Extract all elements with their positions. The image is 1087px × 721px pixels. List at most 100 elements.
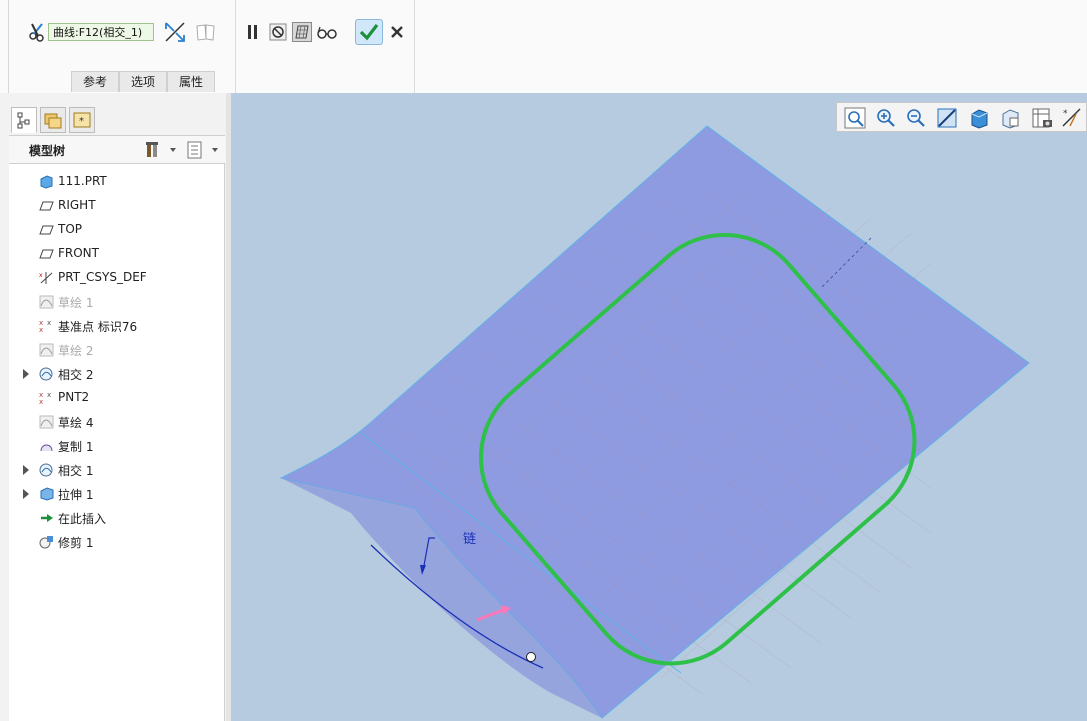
tree-item-label: 基准点 标识76 xyxy=(58,320,138,334)
tree-item[interactable]: 修剪 1 xyxy=(9,530,223,554)
tree-item-label: 相交 2 xyxy=(58,368,94,382)
tree-item[interactable]: 相交 1 xyxy=(9,458,223,482)
part-icon xyxy=(39,175,54,189)
model-tree: 111.PRT RIGHT TOP FRONT x PRT_CSYS_DEF 草绘 1xxx… xyxy=(9,164,225,721)
tab-options[interactable]: 选项 xyxy=(119,71,167,92)
datum-plane-icon xyxy=(39,247,54,261)
csys-icon: x xyxy=(39,271,54,285)
trim-feature-icon xyxy=(39,535,54,549)
tree-item-label: 草绘 2 xyxy=(58,344,94,358)
copy-icon xyxy=(39,439,54,453)
tree-item-label: 拉伸 1 xyxy=(58,488,94,502)
datum-display-icon[interactable]: * xyxy=(1060,106,1084,130)
dashboard-divider xyxy=(235,0,236,93)
tree-item-label: 复制 1 xyxy=(58,440,94,454)
tree-item-label: 草绘 1 xyxy=(58,296,94,310)
tree-item-label: 在此插入 xyxy=(58,512,107,526)
tab-properties[interactable]: 属性 xyxy=(167,71,215,92)
trimmed-surface xyxy=(279,125,1030,719)
tree-item[interactable]: 复制 1 xyxy=(9,434,223,458)
tree-item-label: PRT_CSYS_DEF xyxy=(58,270,147,284)
chevron-down-icon[interactable] xyxy=(170,148,176,152)
datum-plane-icon xyxy=(39,223,54,237)
show-options-icon[interactable] xyxy=(186,140,204,160)
geometry-preview-icon[interactable] xyxy=(292,22,312,42)
expand-arrow-icon[interactable] xyxy=(23,369,29,379)
model-canvas[interactable] xyxy=(231,93,1087,721)
pause-icon[interactable] xyxy=(246,24,260,40)
tree-item[interactable]: 在此插入 xyxy=(9,506,223,530)
svg-text:x: x xyxy=(39,272,43,279)
tree-item[interactable]: 相交 2 xyxy=(9,362,223,386)
model-tree-tab[interactable] xyxy=(11,107,37,133)
tree-icon xyxy=(17,112,30,129)
dashboard-divider xyxy=(8,0,9,93)
tree-item[interactable]: 111.PRT xyxy=(9,170,223,194)
tree-item[interactable]: 草绘 4 xyxy=(9,410,223,434)
tree-item-label: RIGHT xyxy=(58,198,96,212)
trim-object-collector[interactable]: 曲线:F12(相交_1) xyxy=(48,23,154,41)
tree-item-label: 相交 1 xyxy=(58,464,94,478)
navigator-tabs: * xyxy=(9,93,226,136)
zoom-out-icon[interactable] xyxy=(904,106,928,130)
svg-text:x: x xyxy=(47,319,51,327)
svg-text:x: x xyxy=(39,398,43,405)
display-style-icon[interactable] xyxy=(967,106,991,130)
chain-label: 链 xyxy=(463,532,477,547)
tree-item[interactable]: FRONT xyxy=(9,242,223,266)
svg-text:x: x xyxy=(39,326,43,333)
tree-item-label: 草绘 4 xyxy=(58,416,94,430)
model-tree-title: 模型树 xyxy=(29,144,66,158)
datum-point-icon: xxx xyxy=(39,319,54,334)
datum-point-icon: xxx xyxy=(39,391,54,406)
tree-item[interactable]: TOP xyxy=(9,218,223,242)
graphics-window[interactable] xyxy=(231,93,1087,721)
insert-here-icon xyxy=(39,511,54,525)
tree-item[interactable]: x x x PNT2 xyxy=(9,386,223,410)
tree-item[interactable]: x PRT_CSYS_DEF xyxy=(9,266,223,290)
zoom-in-icon[interactable] xyxy=(874,106,898,130)
tab-references[interactable]: 参考 xyxy=(71,71,119,92)
view-manager-icon[interactable] xyxy=(1030,106,1054,130)
tree-item-label: TOP xyxy=(58,222,83,236)
expand-arrow-icon[interactable] xyxy=(23,489,29,499)
tree-item[interactable]: 拉伸 1 xyxy=(9,482,223,506)
expand-arrow-icon[interactable] xyxy=(23,465,29,475)
no-preview-icon[interactable] xyxy=(269,23,287,41)
chevron-down-icon[interactable] xyxy=(212,148,218,152)
favorites-icon: * xyxy=(73,112,91,128)
tree-item-label: PNT2 xyxy=(58,390,90,404)
model-tree-header: 模型树 xyxy=(9,135,225,164)
repaint-icon[interactable] xyxy=(935,106,959,130)
scissors-icon[interactable] xyxy=(28,22,48,42)
tree-settings-icon[interactable] xyxy=(144,140,164,160)
tree-item-label: 修剪 1 xyxy=(58,536,94,550)
book-icon[interactable] xyxy=(195,21,217,43)
flip-direction-icon[interactable] xyxy=(163,20,187,44)
svg-text:*: * xyxy=(1063,109,1068,119)
intersect-icon xyxy=(39,463,54,477)
close-icon xyxy=(391,26,403,38)
folder-browser-tab[interactable] xyxy=(40,107,66,133)
check-icon xyxy=(359,24,379,41)
cancel-button[interactable] xyxy=(388,23,406,41)
chain-endpoint-handle[interactable] xyxy=(526,652,536,662)
tree-item[interactable]: RIGHT xyxy=(9,194,223,218)
intersect-icon xyxy=(39,367,54,381)
glasses-icon[interactable] xyxy=(316,24,338,40)
dashboard-divider xyxy=(414,0,415,93)
tree-item-label: FRONT xyxy=(58,246,99,260)
tree-item[interactable]: x x x 基准点 标识76 xyxy=(9,314,223,338)
sketch-icon xyxy=(39,343,54,357)
favorites-tab[interactable]: * xyxy=(69,107,95,133)
sketch-icon xyxy=(39,295,54,309)
sketch-icon xyxy=(39,415,54,429)
saved-orientations-icon[interactable] xyxy=(998,106,1022,130)
tree-item[interactable]: 草绘 2 xyxy=(9,338,223,362)
svg-text:x: x xyxy=(47,391,51,399)
datum-plane-icon xyxy=(39,199,54,213)
extrude-icon xyxy=(39,487,54,501)
ok-button[interactable] xyxy=(355,19,383,45)
refit-icon[interactable] xyxy=(843,106,867,130)
tree-item[interactable]: 草绘 1 xyxy=(9,290,223,314)
